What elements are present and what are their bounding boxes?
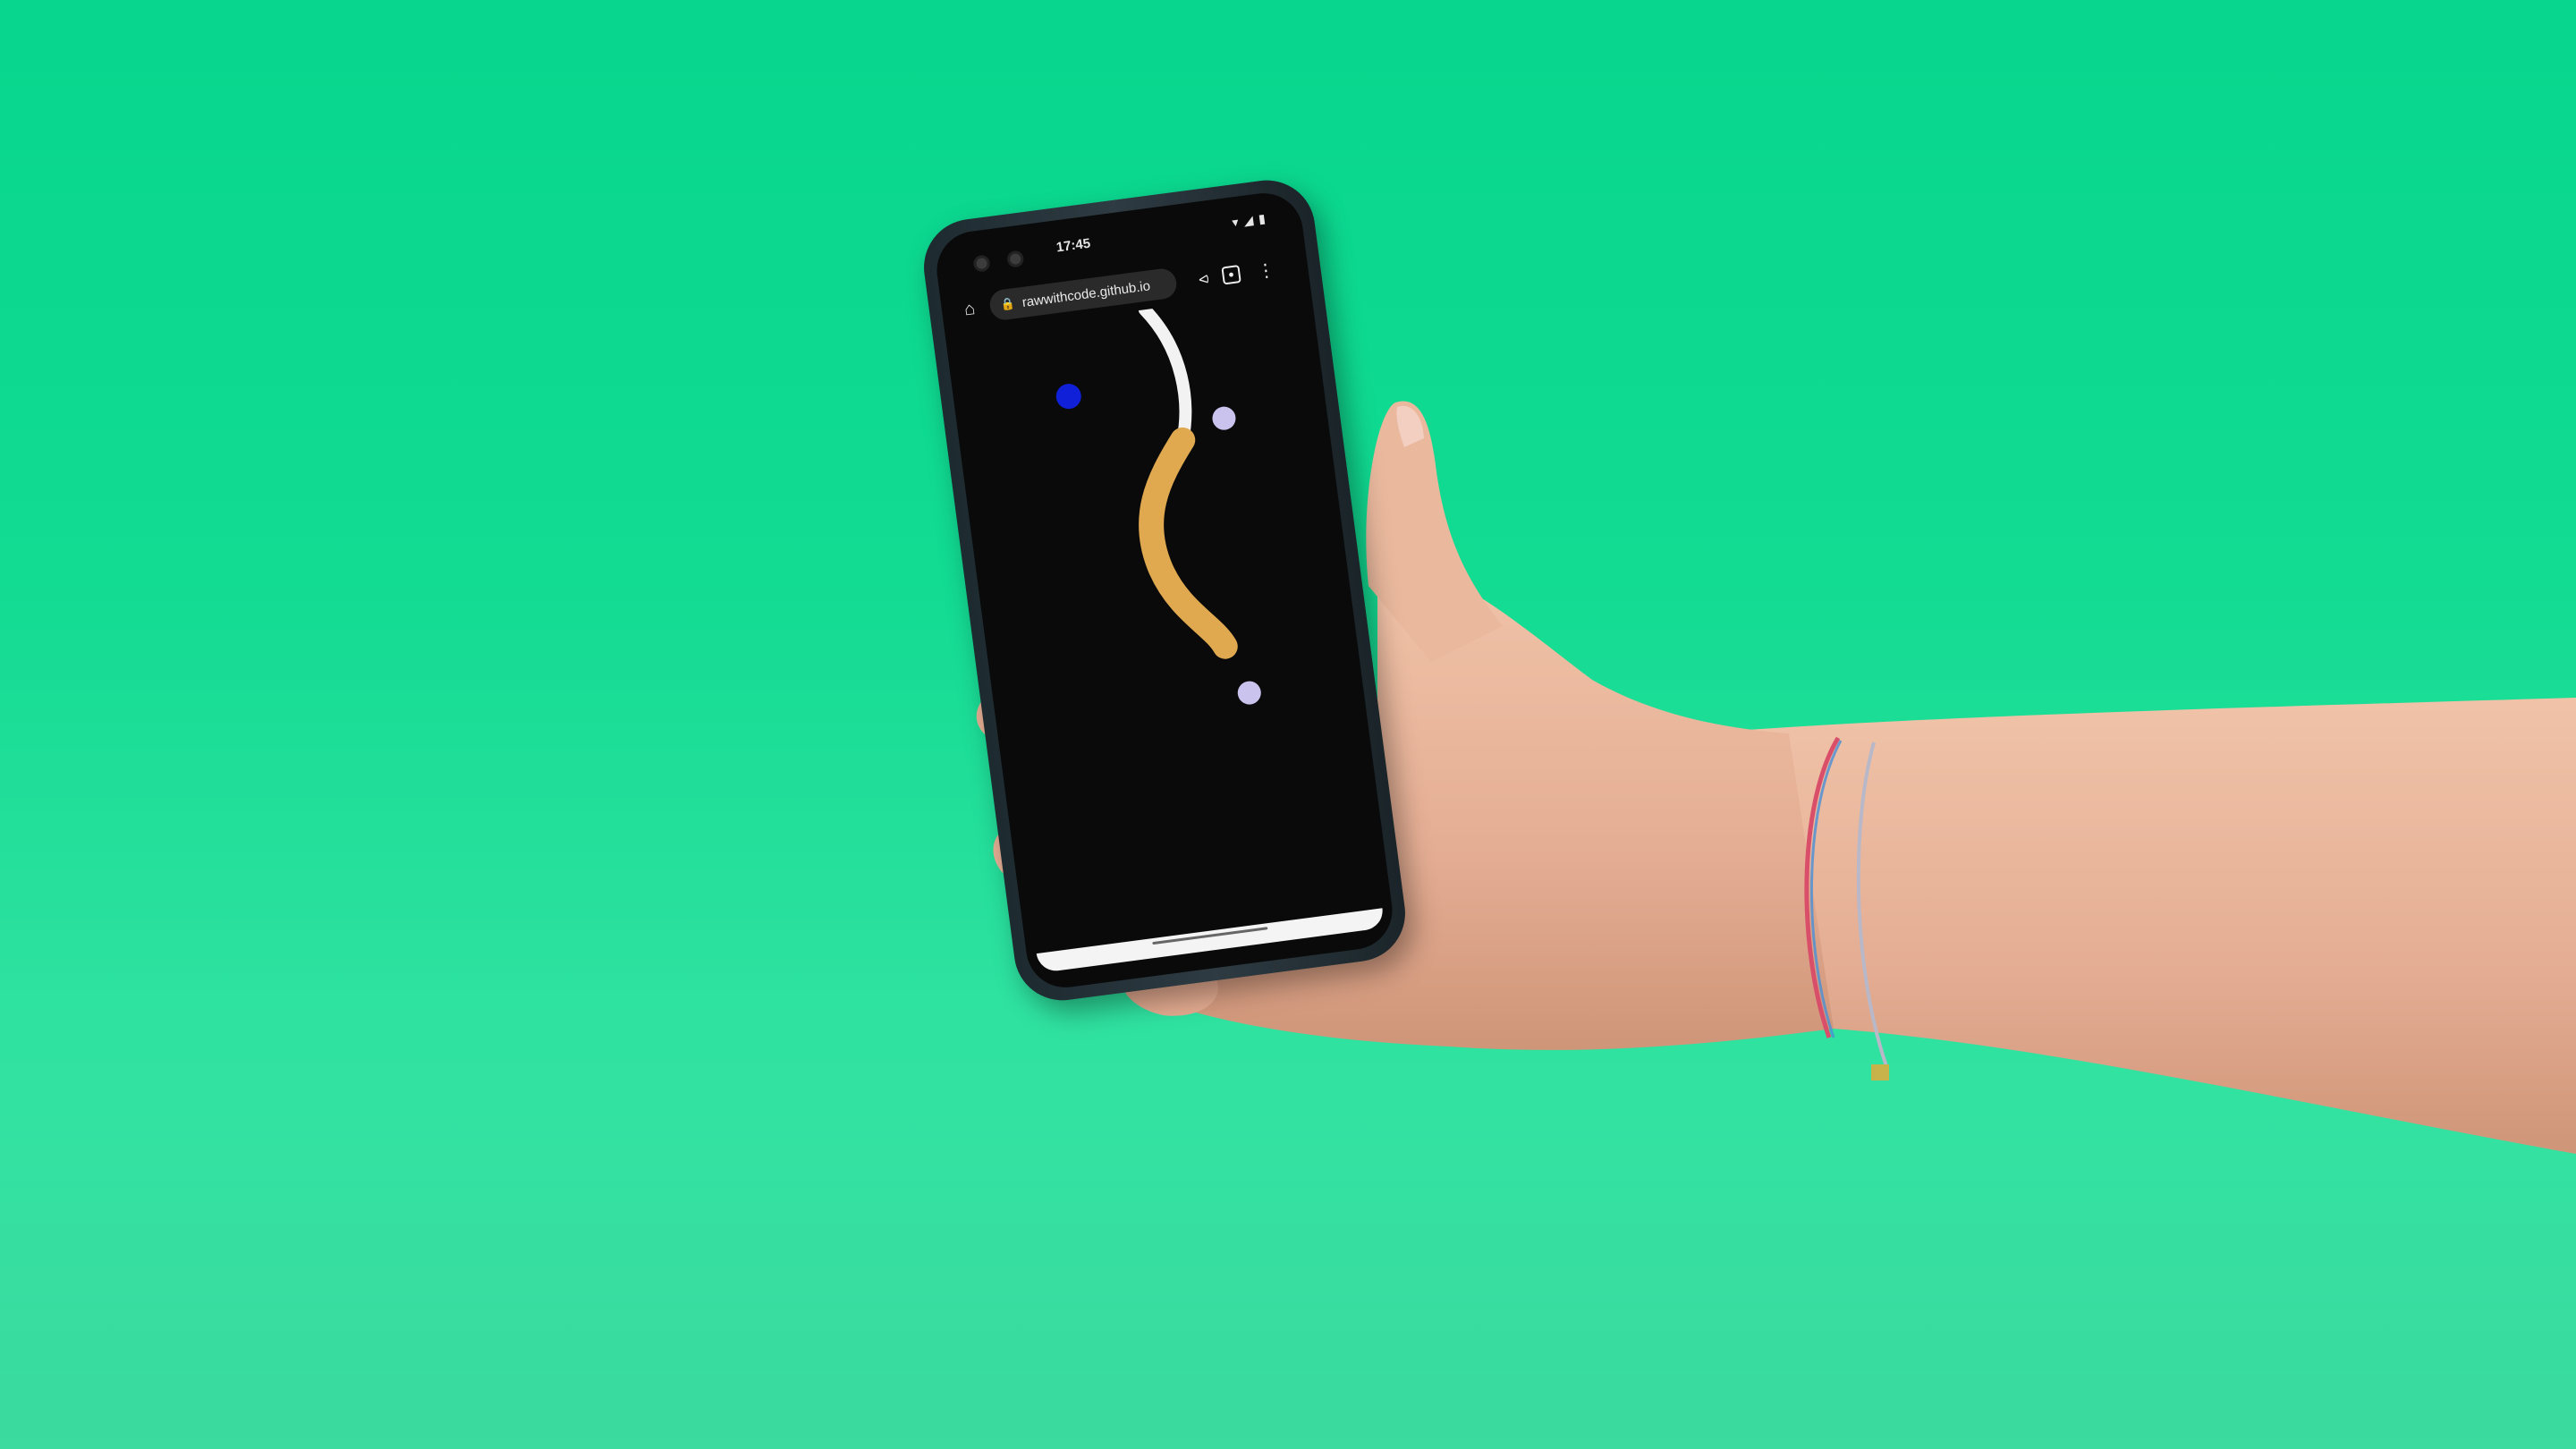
- bracelet-charm: [1871, 1064, 1889, 1080]
- worm-body: [1139, 427, 1238, 659]
- camera-lens-secondary: [1006, 250, 1025, 268]
- camera-lens: [972, 254, 991, 273]
- status-time: 17:45: [1055, 235, 1092, 256]
- tabs-icon[interactable]: ●: [1221, 265, 1241, 285]
- share-icon[interactable]: ⪦: [1187, 261, 1221, 295]
- lock-icon: 🔒: [999, 296, 1016, 312]
- dot-blue: [1055, 384, 1081, 410]
- home-icon[interactable]: ⌂: [953, 292, 987, 326]
- menu-icon[interactable]: ⋮: [1249, 253, 1283, 287]
- status-icons: ▾ ◢ ▮: [1231, 211, 1266, 231]
- url-text: rawwithcode.github.io: [1021, 277, 1151, 310]
- battery-icon: ▮: [1257, 210, 1267, 226]
- worm-head: [1138, 303, 1192, 446]
- dot-lavender: [1212, 406, 1236, 430]
- signal-icon: ◢: [1242, 212, 1255, 228]
- wifi-icon: ▾: [1231, 214, 1240, 230]
- dot-lavender: [1237, 681, 1261, 705]
